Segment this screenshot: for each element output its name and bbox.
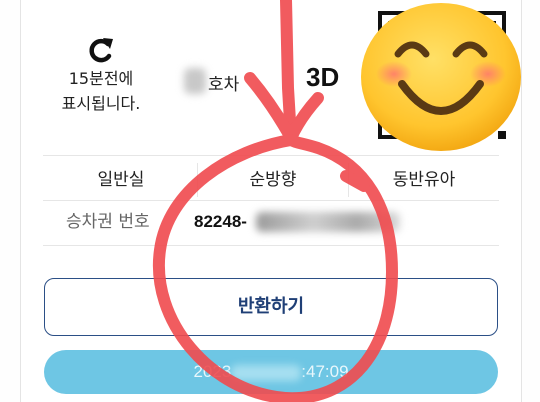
divider-middle	[43, 200, 499, 201]
ticket-number-label: 승차권 번호	[66, 212, 150, 232]
issued-time-suffix: :47:09	[301, 362, 349, 381]
seat-class: 일반실	[97, 170, 145, 190]
issued-time-prefix: 2023	[193, 362, 232, 381]
divider-bottom	[43, 245, 499, 246]
divider-top	[43, 155, 499, 156]
refresh-notice-line2: 표시됩니다.	[61, 94, 141, 113]
refresh-notice: 15분전에 표시됩니다.	[46, 66, 156, 116]
car-label: 호차	[208, 75, 240, 95]
issued-time-bar: 2023 :47:09	[44, 350, 498, 394]
refresh-notice-line1: 15분전에	[68, 69, 134, 88]
seat-direction: 순방향	[249, 170, 297, 190]
refund-button[interactable]: 반환하기	[44, 278, 498, 336]
car-number-blurred	[184, 68, 206, 94]
seat-number: 3D	[306, 62, 340, 92]
companion-infant: 동반유아	[392, 170, 456, 190]
ticket-screen: 15분전에 표시됩니다. 호차 3D 일반실 순방향 동반유아 승차권 번호 8…	[0, 0, 540, 402]
ticket-number-value: 82248-	[194, 212, 247, 231]
ticket-number-blurred	[256, 212, 400, 232]
refresh-icon[interactable]	[86, 36, 116, 64]
issued-time-blurred	[231, 364, 302, 381]
smiling-face-emoji-icon	[361, 3, 521, 151]
